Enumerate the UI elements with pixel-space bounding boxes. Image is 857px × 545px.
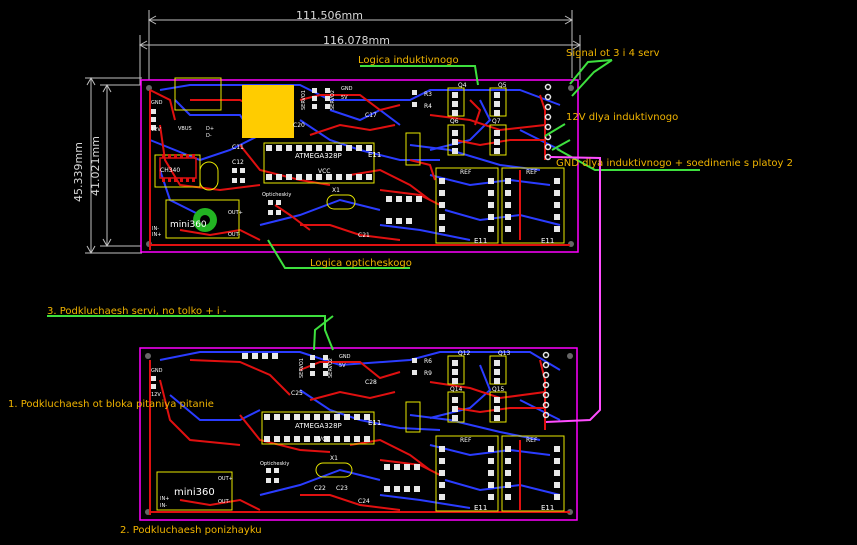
board-1-label-in-plus: IN+ <box>152 232 161 238</box>
board-1-label-r4: R4 <box>424 103 432 110</box>
board-1-label-e11-a: E11 <box>368 151 381 159</box>
board-1-label-c11: C11 <box>232 144 244 151</box>
annotation-logica-induktivnogo: Logica induktivnogo <box>358 55 459 66</box>
board-1-label-dminus: D- <box>206 133 212 139</box>
board-2-label-e11-c: E11 <box>541 504 554 512</box>
board-2-label-gnd-b: GND <box>339 354 351 360</box>
board-1-label-q5: Q5 <box>498 82 507 89</box>
dim-height-outer: 45.339mm <box>72 142 85 202</box>
board-2-mcu-label: ATMEGA328P <box>295 422 342 430</box>
board-2-label-out-plus: OUT+ <box>218 476 233 482</box>
board-1-label-servo1: SERVO1 <box>301 90 307 110</box>
board-1-label-e11-c: E11 <box>541 237 554 245</box>
board-1-label-e11-b: E11 <box>474 237 487 245</box>
board-1-label-vcc: VCC <box>318 168 330 175</box>
board-1-label-c20: C20 <box>293 122 305 129</box>
board-2-label-out-minus: OUT- <box>218 499 230 505</box>
board-1-label-q7: Q7 <box>492 118 501 125</box>
board-2-label-q15: Q15 <box>492 386 505 393</box>
board-2-module-label: mini360 <box>174 487 215 498</box>
board-2-label-vcc: VCC <box>318 436 330 443</box>
board-1-label-out-minus: OUT- <box>228 232 240 238</box>
dim-width-outer: 116.078mm <box>323 34 390 47</box>
board-2-label-ref-a: REF <box>460 437 472 444</box>
board-2-label-in-minus: IN- <box>160 503 167 509</box>
dim-width-inner: 111.506mm <box>296 9 363 22</box>
board-1-label-servo2: SERVO2 <box>330 90 336 110</box>
dim-height-inner: 41.021mm <box>89 136 102 196</box>
board-2-label-in-plus: IN+ <box>160 496 169 502</box>
board-1-label-dplus: D+ <box>206 126 214 132</box>
board-1-large-pad <box>242 85 294 138</box>
board-1-module-label: mini360 <box>170 220 207 230</box>
board-1-label-ref-b: REF <box>526 169 538 176</box>
board-2-label-q14: Q14 <box>450 386 463 393</box>
board-1-label-in-minus: IN- <box>152 226 159 232</box>
pcb-canvas: 111.506mm 116.078mm 45.339mm 41.021mm AT… <box>0 0 857 545</box>
annotation-gnd-induktivnogo: GND dlya induktivnogo + soedinenie s pla… <box>556 158 793 169</box>
annotation-signal-serv: Signal ot 3 i 4 serv <box>566 48 660 59</box>
annotation-podkluchaesh-servi: 3. Podkluchaesh servi, no tolko + i - <box>47 306 227 317</box>
board-2-label-x1: X1 <box>330 455 338 462</box>
board-2-label-c28: C28 <box>365 379 377 386</box>
board-2-label-servo2: SERVO2 <box>328 358 334 378</box>
board-1-ch340-label: CH340 <box>160 167 180 174</box>
board-1-label-c21: C21 <box>358 232 370 239</box>
board-2-label-gnd-a: GND <box>151 368 163 374</box>
board-1-label-q4: Q4 <box>458 82 467 89</box>
board-2-label-ref-b: REF <box>526 437 538 444</box>
board-1-label-q6: Q6 <box>450 118 459 125</box>
annotation-logica-opticheskogo: Logica opticheskogo <box>310 258 412 269</box>
board-1-label-out-plus: OUT+ <box>228 210 243 216</box>
board-1: ATMEGA328P mini360 CH340 E11 E11 E11 REF… <box>140 77 579 253</box>
board-2-label-opticheskiy: Opticheskiy <box>260 461 289 467</box>
board-2-label-12v: 12V <box>151 392 161 398</box>
board-2-label-e11-a: E11 <box>368 419 381 427</box>
annotation-12v-induktivnogo: 12V dlya induktivnogo <box>566 112 678 123</box>
board-1-label-5v: 5V <box>341 95 348 101</box>
board-1-label-vbus: VBUS <box>178 126 192 132</box>
board-2-label-c22: C22 <box>314 485 326 492</box>
board-2-label-q12: Q12 <box>458 350 471 357</box>
annotation-podkluchaesh-pitanie: 1. Podkluchaesh ot bloka pitaniya pitani… <box>8 399 214 410</box>
board-2-label-q13: Q13 <box>498 350 511 357</box>
board-1-mcu-label: ATMEGA328P <box>295 152 342 160</box>
board-1-label-c12: C12 <box>232 159 244 166</box>
board-1-label-12v: 12V <box>151 127 161 133</box>
board-1-label-gnd-a: GND <box>151 100 163 106</box>
annotation-podkluchaesh-ponizhayku: 2. Podkluchaesh ponizhayku <box>120 525 262 536</box>
board-2-label-c23: C23 <box>336 485 348 492</box>
board-2-label-r9: R9 <box>424 370 432 377</box>
pcb-drawing: 111.506mm 116.078mm 45.339mm 41.021mm AT… <box>8 9 793 536</box>
board-1-label-gnd-b: GND <box>341 86 353 92</box>
board-2: ATMEGA328P mini360 E11 E11 E11 REF REF V… <box>139 347 578 521</box>
board-2-label-5v: 5V <box>339 363 346 369</box>
board-2-label-c24: C24 <box>358 498 370 505</box>
board-1-label-ref-a: REF <box>460 169 472 176</box>
board-2-label-r6: R6 <box>424 358 432 365</box>
board-2-label-servo1: SERVO1 <box>299 358 305 378</box>
board-1-label-opticheskiy: Opticheskiy <box>262 192 291 198</box>
board-2-label-e11-b: E11 <box>474 504 487 512</box>
board-1-label-r3: R3 <box>424 91 432 98</box>
board-1-label-c17: C17 <box>365 112 377 119</box>
board-1-label-x1: X1 <box>332 187 340 194</box>
board-2-label-c25: C25 <box>291 390 303 397</box>
